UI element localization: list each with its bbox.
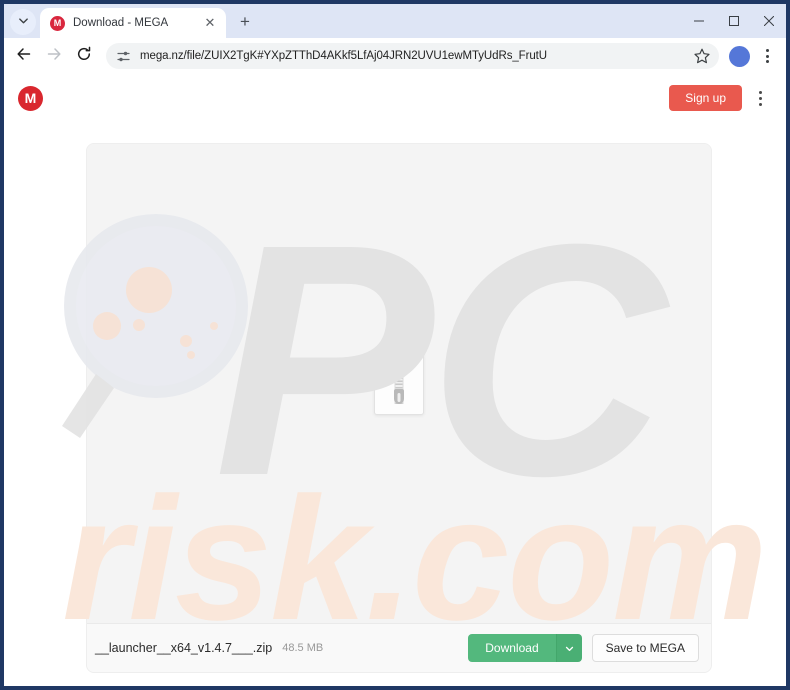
three-dots-vertical-icon bbox=[758, 90, 762, 94]
download-button-group: Download bbox=[468, 634, 582, 662]
file-name: __launcher__x64_v1.4.7___.zip bbox=[95, 641, 273, 655]
download-button[interactable]: Download bbox=[468, 634, 556, 662]
download-options-button[interactable] bbox=[555, 634, 582, 662]
file-size: 48.5 MB bbox=[282, 642, 324, 654]
maximize-button[interactable] bbox=[716, 4, 751, 38]
page-viewport: M Sign up PC risk.com __launcher__x64_v1… bbox=[4, 74, 786, 686]
profile-avatar[interactable] bbox=[729, 45, 753, 74]
tab-search-button[interactable] bbox=[10, 9, 36, 35]
chrome-menu-button[interactable] bbox=[756, 43, 778, 69]
zip-archive-icon bbox=[374, 352, 424, 415]
forward-button[interactable] bbox=[40, 42, 68, 70]
tab-close-icon[interactable]: ✕ bbox=[202, 15, 218, 31]
forward-arrow-icon bbox=[46, 46, 62, 67]
tab-strip: M Download - MEGA ✕ + bbox=[4, 4, 786, 38]
file-preview-area bbox=[87, 144, 711, 624]
sign-up-button[interactable]: Sign up bbox=[669, 85, 742, 111]
dot bbox=[758, 102, 762, 106]
chevron-down-icon bbox=[565, 641, 574, 656]
mega-favicon: M bbox=[50, 15, 65, 31]
tab-title: Download - MEGA bbox=[73, 17, 169, 29]
browser-toolbar: mega.nz/file/ZUIX2TgK#YXpZTThD4AKkf5LfAj… bbox=[4, 38, 786, 74]
window-controls bbox=[681, 4, 786, 38]
back-button[interactable] bbox=[10, 42, 38, 70]
tab-download-mega[interactable]: M Download - MEGA ✕ bbox=[40, 8, 226, 38]
save-to-mega-button[interactable]: Save to MEGA bbox=[591, 634, 699, 662]
new-tab-button[interactable]: + bbox=[232, 9, 258, 35]
mega-logo[interactable]: M bbox=[18, 85, 43, 111]
chevron-down-icon bbox=[18, 13, 29, 31]
site-menu-button[interactable] bbox=[748, 83, 772, 113]
dot bbox=[765, 54, 769, 58]
three-dots-vertical-icon bbox=[765, 49, 769, 52]
file-preview-card: __launcher__x64_v1.4.7___.zip 48.5 MB Do… bbox=[86, 143, 712, 673]
file-info-bar: __launcher__x64_v1.4.7___.zip 48.5 MB Do… bbox=[87, 624, 711, 672]
reload-icon bbox=[76, 46, 92, 67]
zip-pull-tab bbox=[394, 388, 404, 404]
tune-sliders-icon[interactable] bbox=[116, 49, 131, 64]
reload-button[interactable] bbox=[70, 42, 98, 70]
minimize-button[interactable] bbox=[681, 4, 716, 38]
mega-site-header: M Sign up bbox=[4, 74, 786, 122]
back-arrow-icon bbox=[16, 46, 32, 67]
url-text[interactable]: mega.nz/file/ZUIX2TgK#YXpZTThD4AKkf5LfAj… bbox=[140, 50, 684, 62]
dot bbox=[765, 60, 769, 63]
browser-window: M Download - MEGA ✕ + mega.nz/file/ZUIX2… bbox=[0, 0, 790, 690]
star-icon[interactable] bbox=[693, 47, 711, 65]
address-bar[interactable]: mega.nz/file/ZUIX2TgK#YXpZTThD4AKkf5LfAj… bbox=[106, 43, 719, 69]
dot bbox=[758, 96, 762, 100]
close-button[interactable] bbox=[751, 4, 786, 38]
